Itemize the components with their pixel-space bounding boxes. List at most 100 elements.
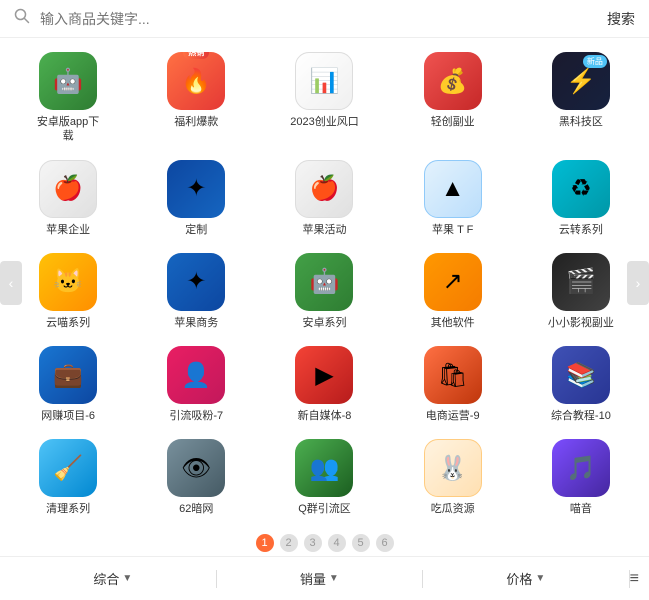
icon-wrap-20: 📚	[552, 346, 610, 404]
search-button[interactable]: 搜索	[607, 9, 635, 29]
icon-symbol-12: ✦	[186, 267, 206, 296]
item-label-3: 2023创业风口	[290, 115, 358, 129]
grid-item-23[interactable]: 👥 Q群引流区	[260, 431, 388, 524]
icon-wrap-12: ✦	[167, 253, 225, 311]
list-view-icon[interactable]: ≡	[630, 570, 639, 588]
icon-wrap-4: 💰	[424, 52, 482, 110]
grid-item-10[interactable]: ♻ 云转系列	[517, 152, 645, 245]
grid-item-21[interactable]: 🧹 清理系列	[4, 431, 132, 524]
next-arrow[interactable]: ›	[627, 261, 649, 305]
icon-wrap-24: 🐰	[424, 439, 482, 497]
icon-wrap-23: 👥	[295, 439, 353, 497]
item-label-21: 清理系列	[46, 502, 90, 516]
icon-wrap-6: 🍎	[39, 160, 97, 218]
item-label-12: 苹果商务	[174, 316, 218, 330]
prev-arrow[interactable]: ‹	[0, 261, 22, 305]
sort-general-label: 综合	[93, 569, 119, 588]
sort-general-icon: ▼	[122, 573, 132, 584]
icon-symbol-4: 💰	[438, 67, 468, 96]
icon-wrap-14: ↗	[424, 253, 482, 311]
icon-wrap-8: 🍎	[295, 160, 353, 218]
icon-symbol-14: ↗	[443, 267, 463, 296]
icon-symbol-10: ♻	[570, 174, 592, 203]
page-dot-3[interactable]: 3	[304, 534, 322, 552]
icon-wrap-3: 📊	[295, 52, 353, 110]
sort-sales-label: 销量	[300, 569, 326, 588]
grid-item-8[interactable]: 🍎苹果活动	[260, 152, 388, 245]
item-label-22: 62暗网	[179, 502, 213, 516]
sort-price-icon: ▼	[535, 573, 545, 584]
page-dot-4[interactable]: 4	[328, 534, 346, 552]
grid-item-9[interactable]: ▲ 苹果 T F	[389, 152, 517, 245]
grid-item-30[interactable]: B哔哩哔哩	[517, 525, 645, 528]
icon-symbol-23: 👥	[310, 454, 340, 483]
icon-symbol-2: 🔥	[181, 67, 211, 96]
grid-item-28[interactable]: 💬官微福助	[260, 525, 388, 528]
item-label-15: 小小影视副业	[548, 316, 614, 330]
grid-item-20[interactable]: 📚综合教程-10	[517, 338, 645, 431]
icon-symbol-6: 🍎	[53, 174, 83, 203]
item-label-1: 安卓版app下载	[33, 115, 103, 144]
icon-symbol-15: 🎬	[566, 267, 596, 296]
grid-item-19[interactable]: 🛍电商运营-9	[389, 338, 517, 431]
item-label-7: 定制	[185, 223, 207, 237]
sort-general[interactable]: 综合 ▼	[10, 569, 216, 588]
grid-item-16[interactable]: 💼网赚项目-6	[4, 338, 132, 431]
grid-item-24[interactable]: 🐰 吃瓜资源	[389, 431, 517, 524]
icon-symbol-8: 🍎	[310, 174, 340, 203]
icon-symbol-17: 👤	[181, 361, 211, 390]
item-label-13: 安卓系列	[302, 316, 346, 330]
icon-symbol-19: 🛍	[437, 361, 467, 390]
grid-item-14[interactable]: ↗其他软件	[389, 245, 517, 338]
grid-item-6[interactable]: 🍎苹果企业	[4, 152, 132, 245]
grid-item-3[interactable]: 📊 2023创业风口	[260, 44, 388, 152]
icon-symbol-21: 🧹	[53, 454, 83, 483]
grid-item-2[interactable]: 🔥热销福利爆款	[132, 44, 260, 152]
icon-wrap-7: ✦	[167, 160, 225, 218]
grid-item-4[interactable]: 💰 轻创副业	[389, 44, 517, 152]
item-label-5: 黑科技区	[559, 115, 603, 129]
icon-wrap-1: 🤖	[39, 52, 97, 110]
grid-item-11[interactable]: 🐱云喵系列	[4, 245, 132, 338]
grid-item-25[interactable]: 🎵喵音	[517, 431, 645, 524]
grid-item-1[interactable]: 🤖 安卓版app下载	[4, 44, 132, 152]
item-label-23: Q群引流区	[298, 502, 351, 516]
grid-item-15[interactable]: 🎬 小小影视副业	[517, 245, 645, 338]
page-dot-2[interactable]: 2	[280, 534, 298, 552]
sort-sales[interactable]: 销量 ▼	[217, 569, 423, 588]
grid-item-12[interactable]: ✦ 苹果商务	[132, 245, 260, 338]
item-label-24: 吃瓜资源	[431, 502, 475, 516]
icon-symbol-18: ▶	[315, 361, 333, 390]
grid-item-5[interactable]: ⚡新品黑科技区	[517, 44, 645, 152]
item-label-4: 轻创副业	[431, 115, 475, 129]
grid-item-18[interactable]: ▶新自媒体-8	[260, 338, 388, 431]
grid-item-22[interactable]: 👁62暗网	[132, 431, 260, 524]
grid-item-27[interactable]: 🔥热销海量资源	[132, 525, 260, 528]
grid-item-17[interactable]: 👤引流吸粉-7	[132, 338, 260, 431]
icon-wrap-19: 🛍	[424, 346, 482, 404]
page-dot-6[interactable]: 6	[376, 534, 394, 552]
icon-symbol-20: 📚	[566, 361, 596, 390]
pagination: 123456	[0, 528, 649, 556]
item-label-10: 云转系列	[559, 223, 603, 237]
sort-sales-icon: ▼	[329, 573, 339, 584]
grid-item-7[interactable]: ✦ 定制	[132, 152, 260, 245]
icon-wrap-25: 🎵	[552, 439, 610, 497]
icon-symbol-7: ✦	[186, 174, 206, 203]
icon-wrap-10: ♻	[552, 160, 610, 218]
icon-symbol-3: 📊	[310, 67, 340, 96]
icon-symbol-16: 💼	[53, 361, 83, 390]
icon-wrap-2: 🔥热销	[167, 52, 225, 110]
item-label-9: 苹果 T F	[432, 223, 473, 237]
sort-price[interactable]: 价格 ▼	[423, 569, 629, 588]
item-label-11: 云喵系列	[46, 316, 90, 330]
page-dot-5[interactable]: 5	[352, 534, 370, 552]
icon-symbol-24: 🐰	[438, 454, 468, 483]
page-dot-1[interactable]: 1	[256, 534, 274, 552]
item-label-2: 福利爆款	[174, 115, 218, 129]
icon-wrap-9: ▲	[424, 160, 482, 218]
grid-item-26[interactable]: 🚀代拉土豆群	[4, 525, 132, 528]
search-input[interactable]	[40, 11, 597, 27]
grid-item-13[interactable]: 🤖安卓系列	[260, 245, 388, 338]
grid-item-29[interactable]: ✏作图水印	[389, 525, 517, 528]
